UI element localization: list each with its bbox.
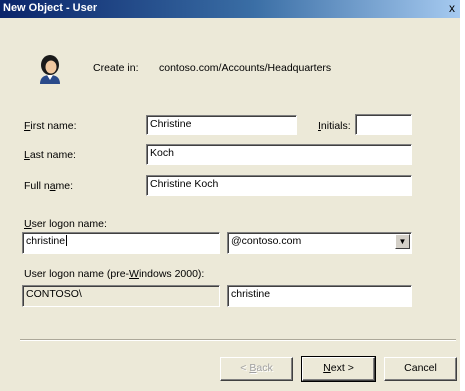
first-name-label: First name: [24, 120, 77, 132]
separator [20, 339, 456, 341]
create-in-label: Create in: [93, 62, 139, 74]
title-bar[interactable]: New Object - User x [0, 0, 460, 18]
last-name-field[interactable]: Koch [146, 144, 412, 165]
domain-value: @contoso.com [231, 235, 302, 247]
cancel-button[interactable]: Cancel [384, 357, 457, 381]
logon-name-label: User logon name: [24, 218, 107, 230]
next-button[interactable]: Next > [301, 356, 376, 382]
pre2000-name-field[interactable]: christine [227, 285, 412, 307]
logon-name-field[interactable]: christine [22, 232, 220, 254]
text-cursor [66, 235, 68, 246]
pre2000-label: User logon name (pre-Windows 2000): [24, 268, 205, 280]
pre2000-domain-field: CONTOSO\ [22, 285, 220, 307]
full-name-field[interactable]: Christine Koch [146, 175, 412, 196]
initials-label: Initials: [318, 120, 351, 132]
create-in-path: contoso.com/Accounts/Headquarters [159, 62, 332, 74]
initials-field[interactable] [355, 114, 412, 135]
user-icon [40, 55, 60, 84]
window-title: New Object - User [3, 2, 98, 14]
first-name-field[interactable]: Christine [146, 115, 297, 135]
back-button[interactable]: < Back [220, 357, 293, 381]
full-name-label: Full name: [24, 180, 74, 192]
logon-name-value: christine [26, 235, 66, 247]
close-button[interactable]: x [446, 2, 458, 15]
new-user-dialog: New Object - User x Create in: contoso.c… [0, 0, 460, 391]
chevron-down-icon[interactable]: ▼ [395, 234, 410, 249]
domain-select[interactable]: @contoso.com ▼ [227, 232, 412, 254]
last-name-label: Last name: [24, 149, 76, 161]
